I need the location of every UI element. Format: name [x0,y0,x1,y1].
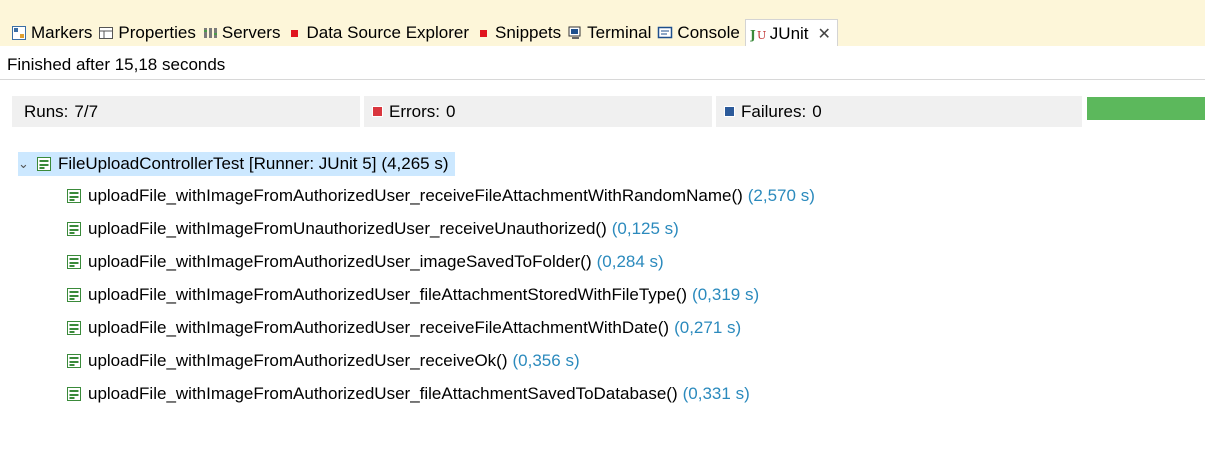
test-ok-icon [66,320,82,336]
tab-markers[interactable]: Markers [10,20,97,46]
errors-counter: Errors: 0 [364,96,712,127]
runs-value: 7/7 [74,101,99,121]
tab-label: Console [677,23,740,42]
test-ok-icon [66,254,82,270]
tab-label: Terminal [587,23,652,42]
test-name: uploadFile_withImageFromAuthorizedUser_r… [88,318,670,337]
errors-label-wrap: Errors: [372,102,440,122]
errors-label: Errors: [389,101,440,121]
run-status-text: Finished after 15,18 seconds [7,55,226,74]
runs-label: Runs: [24,101,69,121]
test-name: uploadFile_withImageFromAuthorizedUser_f… [88,285,688,304]
test-case-node[interactable]: uploadFile_withImageFromAuthorizedUser_f… [66,283,759,307]
failure-icon [724,105,735,117]
test-name: uploadFile_withImageFromAuthorizedUser_f… [88,384,678,403]
tab-junit[interactable]: JU JUnit ✕ [744,19,838,47]
tab-data-source-explorer[interactable]: Data Source Explorer [285,20,474,46]
svg-text:J: J [750,28,756,42]
tab-servers[interactable]: Servers [201,20,286,46]
failures-value: 0 [812,101,822,121]
data-source-icon [286,25,302,41]
tab-properties[interactable]: Properties [97,20,200,46]
tab-list: Markers Properties Servers Data Source E… [10,19,838,47]
runs-counter: Runs: 7/7 [12,96,360,127]
test-name: uploadFile_withImageFromUnauthorizedUser… [88,219,607,238]
test-case-node[interactable]: uploadFile_withImageFromUnauthorizedUser… [66,217,679,241]
test-name: uploadFile_withImageFromAuthorizedUser_r… [88,351,508,370]
properties-icon [98,25,114,41]
test-name: uploadFile_withImageFromAuthorizedUser_i… [88,252,592,271]
error-icon [372,105,383,117]
test-duration: (0,356 s) [512,351,580,370]
view-tab-bar: Markers Properties Servers Data Source E… [0,0,1205,47]
test-name: uploadFile_withImageFromAuthorizedUser_r… [88,186,743,205]
junit-view: Finished after 15,18 seconds Runs: 7/7 E… [0,46,1205,467]
test-case-node[interactable]: uploadFile_withImageFromAuthorizedUser_r… [66,316,741,340]
tab-label: Properties [118,23,196,42]
test-duration: (0,331 s) [682,384,750,403]
test-case-node[interactable]: uploadFile_withImageFromAuthorizedUser_f… [66,382,750,406]
test-case-node[interactable]: uploadFile_withImageFromAuthorizedUser_i… [66,250,664,274]
test-suite-name: FileUploadControllerTest [Runner: JUnit … [58,154,377,173]
test-ok-icon [66,188,82,204]
test-duration: (0,319 s) [692,285,760,304]
tab-terminal[interactable]: Terminal [566,20,656,46]
snippets-icon [475,25,491,41]
counter-panel: Runs: 7/7 Errors: 0 Failures: 0 [12,96,1205,127]
test-duration: (2,570 s) [747,186,815,205]
test-ok-icon [66,386,82,402]
test-suite-ok-icon [36,156,52,172]
tab-snippets[interactable]: Snippets [474,20,566,46]
test-case-node[interactable]: uploadFile_withImageFromAuthorizedUser_r… [66,184,815,208]
test-duration: (0,284 s) [596,252,664,271]
servers-icon [202,25,218,41]
progress-bar [1087,97,1205,120]
tab-label: Snippets [495,23,562,42]
tab-label: Servers [221,23,281,42]
junit-icon: JU [750,26,766,42]
tab-console[interactable]: Console [656,20,744,46]
test-ok-icon [66,353,82,369]
failures-label-wrap: Failures: [724,102,806,122]
test-ok-icon [66,287,82,303]
test-suite-node[interactable]: ⌄ FileUploadControllerTest [Runner: JUni… [18,152,455,176]
test-duration: (0,125 s) [611,219,679,238]
divider [0,79,1205,80]
test-suite-duration: (4,265 s) [381,154,449,173]
close-icon[interactable]: ✕ [818,24,831,44]
terminal-icon [567,25,583,41]
svg-text:U: U [757,29,766,42]
failures-label: Failures: [741,101,807,121]
tab-label: Data Source Explorer [306,23,469,42]
failures-counter: Failures: 0 [716,96,1082,127]
test-case-node[interactable]: uploadFile_withImageFromAuthorizedUser_r… [66,349,580,373]
test-ok-icon [66,221,82,237]
tab-label: Markers [31,23,93,42]
console-icon [657,25,673,41]
markers-icon [11,25,27,41]
test-duration: (0,271 s) [674,318,742,337]
chevron-down-icon[interactable]: ⌄ [18,156,30,172]
errors-value: 0 [446,101,456,121]
tab-label: JUnit [769,23,809,43]
